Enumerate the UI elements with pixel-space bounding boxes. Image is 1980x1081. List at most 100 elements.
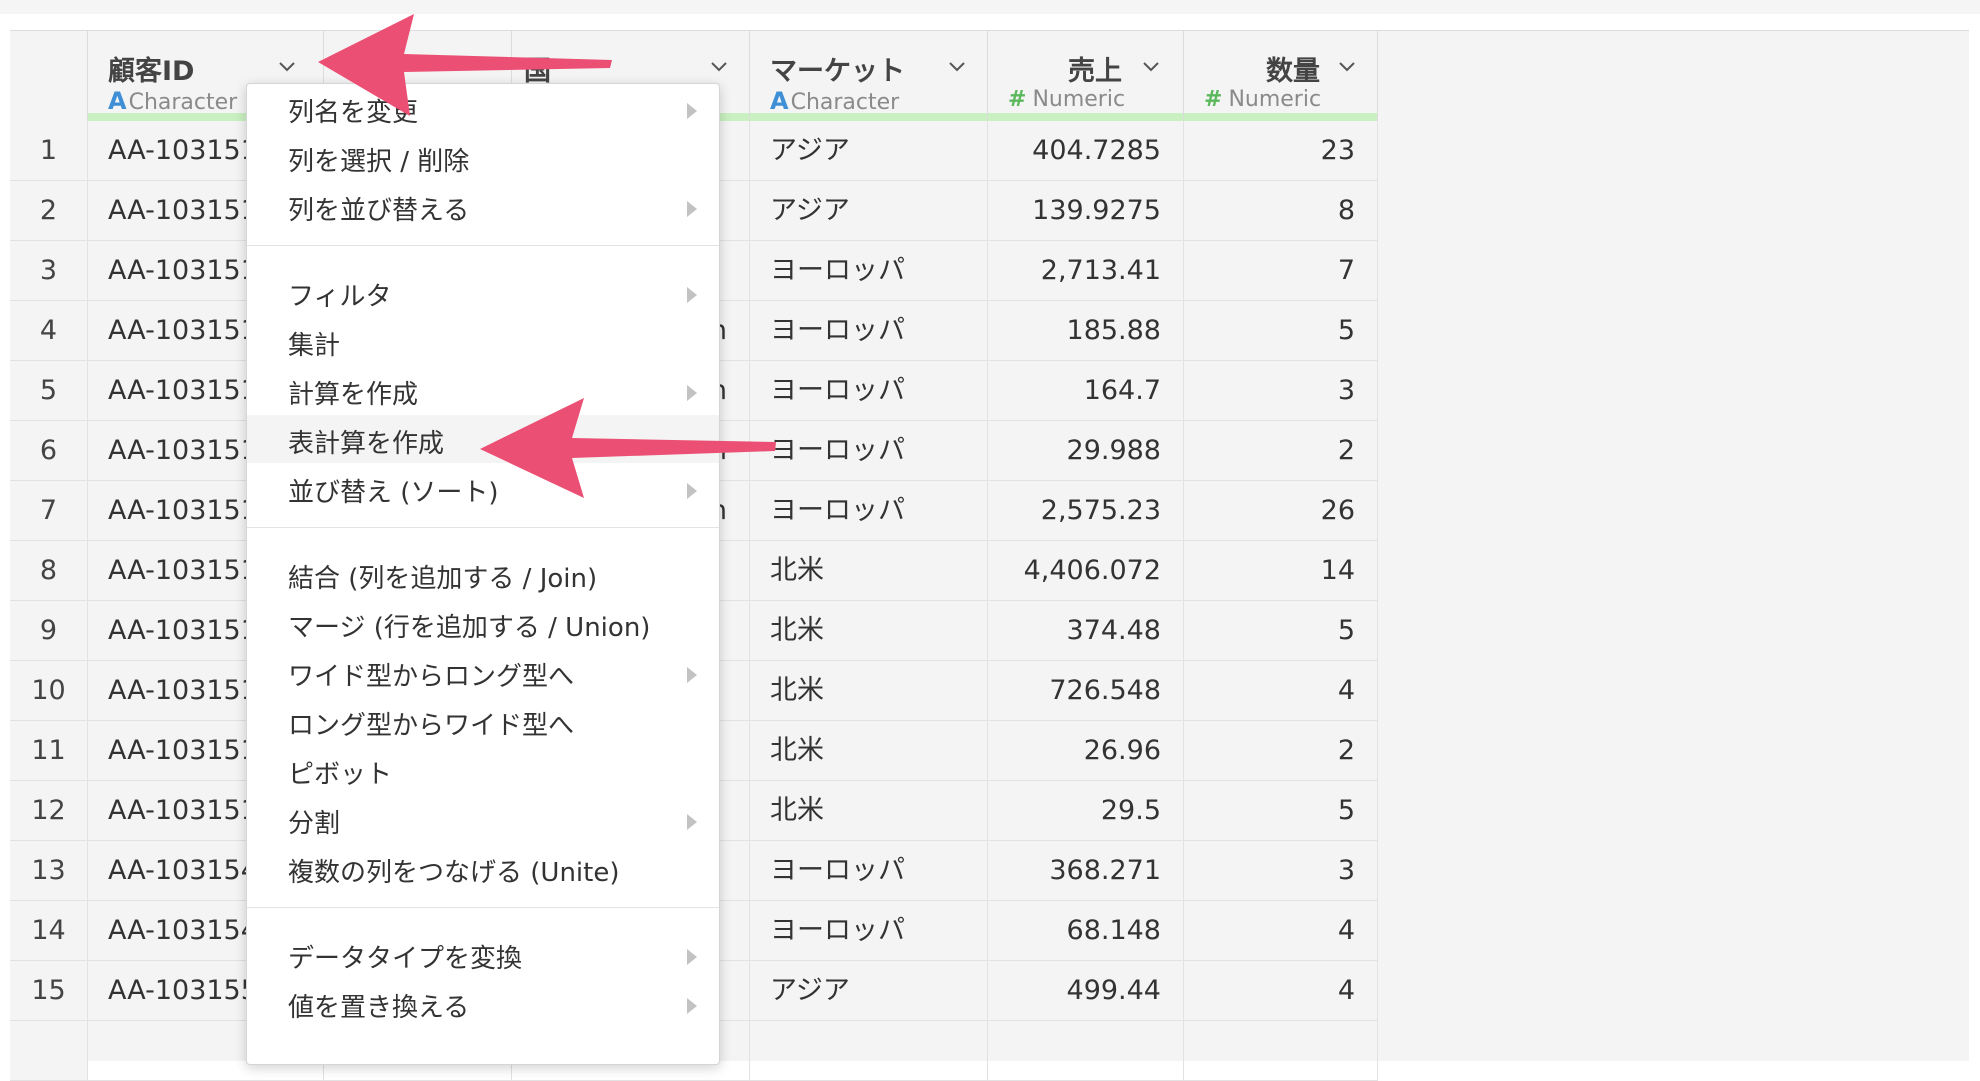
submenu-arrow-icon [687, 949, 697, 965]
menu-item[interactable]: 計算を作成 [247, 366, 719, 414]
menu-item[interactable]: ワイド型からロング型へ [247, 648, 719, 696]
sales-cell[interactable]: 726.548 [988, 661, 1184, 721]
market-cell[interactable]: ヨーロッパ [750, 481, 988, 541]
market-cell[interactable]: ヨーロッパ [750, 241, 988, 301]
row-number[interactable]: 12 [10, 781, 88, 841]
chevron-down-icon[interactable] [278, 57, 296, 75]
sales-cell[interactable]: 26.96 [988, 721, 1184, 781]
quantity-cell[interactable]: 3 [1184, 841, 1378, 901]
market-cell[interactable]: ヨーロッパ [750, 421, 988, 481]
menu-item[interactable]: 複数の列をつなげる (Unite) [247, 844, 719, 892]
market-cell[interactable]: 北米 [750, 781, 988, 841]
menu-item-label: 分割 [288, 809, 341, 839]
sales-cell[interactable]: 139.9275 [988, 181, 1184, 241]
quantity-cell[interactable]: 4 [1184, 961, 1378, 1021]
sales-cell[interactable] [988, 1021, 1184, 1081]
menu-item-label: マージ (行を追加する / Union) [288, 613, 651, 643]
row-number[interactable] [10, 1021, 88, 1081]
row-number[interactable]: 15 [10, 961, 88, 1021]
menu-item[interactable]: 値を置き換える [247, 979, 719, 1027]
row-number[interactable]: 13 [10, 841, 88, 901]
quantity-cell[interactable]: 5 [1184, 781, 1378, 841]
chevron-down-icon[interactable] [1142, 57, 1160, 75]
quantity-cell[interactable] [1184, 1021, 1378, 1081]
market-cell[interactable]: 北米 [750, 541, 988, 601]
menu-item-label: 列名を変更 [288, 98, 419, 128]
quantity-cell[interactable]: 5 [1184, 601, 1378, 661]
menu-divider [247, 907, 719, 908]
chevron-down-icon[interactable] [948, 57, 966, 75]
quantity-cell[interactable]: 2 [1184, 721, 1378, 781]
menu-item[interactable]: フィルタ [247, 268, 719, 316]
quantity-cell[interactable]: 4 [1184, 901, 1378, 961]
sales-cell[interactable]: 499.44 [988, 961, 1184, 1021]
market-cell[interactable]: アジア [750, 181, 988, 241]
menu-item[interactable]: 列名を変更 [247, 84, 719, 132]
menu-item[interactable]: 列を選択 / 削除 [247, 133, 719, 181]
quantity-cell[interactable]: 7 [1184, 241, 1378, 301]
menu-item-label: 結合 (列を追加する / Join) [288, 564, 598, 594]
row-number[interactable]: 9 [10, 601, 88, 661]
menu-item[interactable]: ロング型からワイド型へ [247, 697, 719, 745]
quantity-cell[interactable]: 23 [1184, 121, 1378, 181]
market-cell[interactable]: ヨーロッパ [750, 361, 988, 421]
row-number[interactable]: 5 [10, 361, 88, 421]
quantity-cell[interactable]: 8 [1184, 181, 1378, 241]
menu-item[interactable]: 結合 (列を追加する / Join) [247, 550, 719, 598]
quantity-cell[interactable]: 5 [1184, 301, 1378, 361]
sales-cell[interactable]: 4,406.072 [988, 541, 1184, 601]
row-number[interactable]: 10 [10, 661, 88, 721]
market-cell[interactable]: 北米 [750, 721, 988, 781]
menu-item[interactable]: 表計算を作成 [247, 415, 719, 463]
row-number[interactable]: 8 [10, 541, 88, 601]
row-number[interactable]: 2 [10, 181, 88, 241]
market-cell[interactable]: 北米 [750, 601, 988, 661]
row-number[interactable]: 14 [10, 901, 88, 961]
quantity-cell[interactable]: 4 [1184, 661, 1378, 721]
market-cell[interactable]: アジア [750, 961, 988, 1021]
row-number[interactable]: 3 [10, 241, 88, 301]
sales-cell[interactable]: 374.48 [988, 601, 1184, 661]
sales-cell[interactable]: 185.88 [988, 301, 1184, 361]
chevron-down-icon[interactable] [710, 57, 728, 75]
row-number[interactable]: 7 [10, 481, 88, 541]
menu-item[interactable]: 列を並び替える [247, 182, 719, 230]
sales-cell[interactable]: 368.271 [988, 841, 1184, 901]
quantity-cell[interactable]: 14 [1184, 541, 1378, 601]
sales-cell[interactable]: 404.7285 [988, 121, 1184, 181]
quantity-cell[interactable]: 26 [1184, 481, 1378, 541]
market-cell[interactable]: 北米 [750, 661, 988, 721]
market-cell[interactable] [750, 1021, 988, 1081]
market-cell[interactable]: アジア [750, 121, 988, 181]
row-number[interactable]: 11 [10, 721, 88, 781]
menu-item-label: ピボット [288, 760, 393, 790]
market-cell[interactable]: ヨーロッパ [750, 901, 988, 961]
chevron-down-icon[interactable] [1338, 57, 1356, 75]
sales-cell[interactable]: 29.988 [988, 421, 1184, 481]
column-header-quantity[interactable]: 数量 # Numeric [1184, 31, 1378, 121]
numeric-type-icon: # [1008, 87, 1027, 112]
submenu-arrow-icon [687, 385, 697, 401]
menu-item[interactable]: マージ (行を追加する / Union) [247, 599, 719, 647]
sales-cell[interactable]: 29.5 [988, 781, 1184, 841]
column-header-market[interactable]: マーケット ACharacter [750, 31, 988, 121]
sales-cell[interactable]: 2,575.23 [988, 481, 1184, 541]
submenu-arrow-icon [687, 814, 697, 830]
menu-item-label: フィルタ [288, 282, 392, 312]
quantity-cell[interactable]: 3 [1184, 361, 1378, 421]
market-cell[interactable]: ヨーロッパ [750, 841, 988, 901]
row-number[interactable]: 4 [10, 301, 88, 361]
menu-item[interactable]: 並び替え (ソート) [247, 464, 719, 512]
sales-cell[interactable]: 2,713.41 [988, 241, 1184, 301]
menu-item[interactable]: 分割 [247, 795, 719, 843]
sales-cell[interactable]: 68.148 [988, 901, 1184, 961]
row-number[interactable]: 6 [10, 421, 88, 481]
market-cell[interactable]: ヨーロッパ [750, 301, 988, 361]
column-header-sales[interactable]: 売上 # Numeric [988, 31, 1184, 121]
menu-item[interactable]: 集計 [247, 317, 719, 365]
row-number[interactable]: 1 [10, 121, 88, 181]
menu-item[interactable]: データタイプを変換 [247, 930, 719, 978]
menu-item[interactable]: ピボット [247, 746, 719, 794]
sales-cell[interactable]: 164.7 [988, 361, 1184, 421]
quantity-cell[interactable]: 2 [1184, 421, 1378, 481]
